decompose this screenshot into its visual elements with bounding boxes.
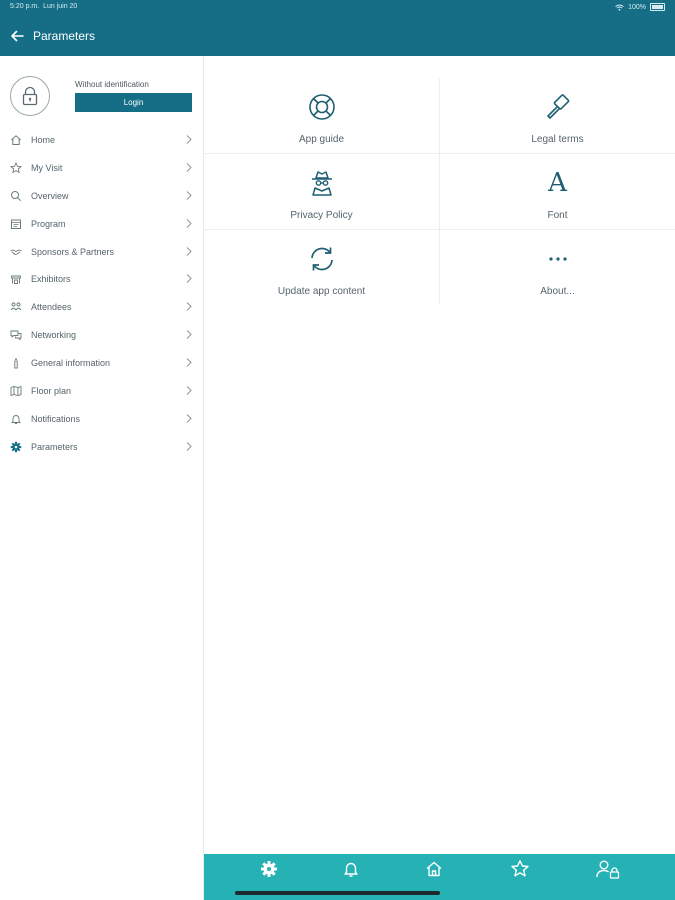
- search-icon: [10, 190, 22, 202]
- sidebar-item-overview[interactable]: Overview: [0, 182, 203, 210]
- tab-my-visit[interactable]: [509, 858, 531, 880]
- font-glyph: A: [548, 168, 567, 198]
- sidebar: Without identification Login Home My Vis…: [0, 56, 204, 900]
- sidebar-item-general-information[interactable]: General information: [0, 349, 203, 377]
- arrow-left-icon: [11, 30, 24, 42]
- sidebar-item-notifications[interactable]: Notifications: [0, 405, 203, 433]
- chevron-right-icon: [186, 162, 192, 172]
- chevron-right-icon: [186, 330, 192, 340]
- status-date-text: Lun juin 20: [43, 3, 78, 10]
- chevron-right-icon: [186, 413, 192, 423]
- home-icon: [426, 861, 442, 877]
- lifebuoy-icon: [307, 92, 337, 122]
- home-indicator: [235, 891, 440, 895]
- settings-label: App guide: [298, 134, 345, 145]
- sidebar-item-label: My Visit: [31, 162, 63, 173]
- status-time: 5:20 p.m. Lun juin 20: [10, 3, 77, 10]
- people-icon: [10, 301, 22, 313]
- sidebar-item-label: Exhibitors: [31, 274, 71, 285]
- sidebar-item-parameters[interactable]: Parameters: [0, 433, 203, 461]
- more-icon: [543, 244, 573, 274]
- sidebar-item-my-visit[interactable]: My Visit: [0, 154, 203, 182]
- status-time-text: 5:20 p.m.: [10, 3, 40, 10]
- sidebar-item-label: General information: [31, 358, 111, 369]
- settings-app-guide[interactable]: App guide: [204, 78, 439, 154]
- sidebar-item-networking[interactable]: Networking: [0, 321, 203, 349]
- sidebar-item-label: Parameters: [31, 441, 78, 452]
- sidebar-item-label: Home: [31, 134, 56, 145]
- wifi-icon: [615, 4, 624, 11]
- settings-label: Update app content: [277, 286, 366, 297]
- spy-icon: [307, 168, 337, 198]
- bell-icon: [344, 862, 358, 877]
- chevron-right-icon: [186, 190, 192, 200]
- sidebar-menu: Home My Visit Overview Program Sponsors …: [0, 126, 203, 461]
- handshake-icon: [10, 246, 22, 258]
- top-bar: 5:20 p.m. Lun juin 20 100% Parameters: [0, 0, 675, 56]
- status-bar: 5:20 p.m. Lun juin 20 100%: [10, 3, 665, 15]
- user-lock-icon: [596, 860, 620, 879]
- calendar-icon: [10, 218, 22, 230]
- sidebar-item-label: Notifications: [31, 413, 81, 424]
- sidebar-item-floor-plan[interactable]: Floor plan: [0, 377, 203, 405]
- home-icon: [10, 134, 22, 146]
- chevron-right-icon: [186, 386, 192, 395]
- sidebar-item-label: Overview: [31, 190, 69, 201]
- sidebar-item-label: Program: [31, 218, 66, 229]
- chevron-right-icon: [186, 246, 192, 256]
- lock-icon: [22, 86, 38, 106]
- settings-legal-terms[interactable]: Legal terms: [440, 78, 675, 154]
- sidebar-item-attendees[interactable]: Attendees: [0, 293, 203, 321]
- sidebar-item-label: Floor plan: [31, 385, 72, 396]
- tab-notifications[interactable]: [340, 858, 362, 880]
- settings-privacy-policy[interactable]: Privacy Policy: [204, 154, 439, 230]
- star-icon: [10, 161, 22, 174]
- tab-parameters[interactable]: [258, 858, 280, 880]
- chevron-right-icon: [186, 135, 192, 144]
- tab-home[interactable]: [423, 858, 445, 880]
- map-icon: [10, 385, 22, 397]
- refresh-icon: [307, 244, 337, 274]
- gavel-icon: [543, 92, 573, 122]
- gear-icon: [10, 441, 22, 453]
- battery-icon: [650, 3, 665, 11]
- settings-font[interactable]: A Font: [440, 154, 675, 230]
- chevron-right-icon: [186, 218, 192, 228]
- sidebar-item-sponsors-partners[interactable]: Sponsors & Partners: [0, 238, 203, 266]
- settings-label: Privacy Policy: [290, 210, 353, 221]
- status-right: 100%: [615, 3, 665, 11]
- sidebar-item-label: Sponsors & Partners: [31, 246, 115, 257]
- gear-icon: [261, 861, 277, 877]
- identification-status: Without identification: [75, 80, 149, 89]
- sidebar-item-label: Networking: [31, 330, 77, 341]
- sidebar-item-program[interactable]: Program: [0, 210, 203, 238]
- chevron-right-icon: [186, 358, 192, 367]
- tab-login[interactable]: [595, 858, 621, 880]
- sidebar-item-label: Attendees: [31, 302, 72, 313]
- settings-about[interactable]: About...: [440, 230, 675, 306]
- booth-icon: [10, 273, 22, 285]
- info-icon: [10, 357, 22, 369]
- font-icon: A: [543, 168, 573, 198]
- settings-label: About...: [540, 286, 575, 297]
- settings-label: Font: [547, 210, 568, 221]
- avatar[interactable]: [10, 76, 50, 116]
- back-button[interactable]: [8, 27, 26, 45]
- sidebar-item-exhibitors[interactable]: Exhibitors: [0, 265, 203, 293]
- settings-update-app-content[interactable]: Update app content: [204, 230, 439, 306]
- battery-percent: 100%: [628, 3, 646, 11]
- chat-icon: [10, 329, 22, 341]
- chevron-right-icon: [186, 441, 192, 451]
- page-title: Parameters: [33, 29, 96, 43]
- chevron-right-icon: [186, 302, 192, 312]
- login-button[interactable]: Login: [75, 93, 192, 112]
- chevron-right-icon: [186, 274, 192, 284]
- bell-icon: [10, 413, 22, 425]
- sidebar-item-home[interactable]: Home: [0, 126, 203, 154]
- settings-label: Legal terms: [531, 134, 584, 145]
- star-icon: [511, 860, 529, 877]
